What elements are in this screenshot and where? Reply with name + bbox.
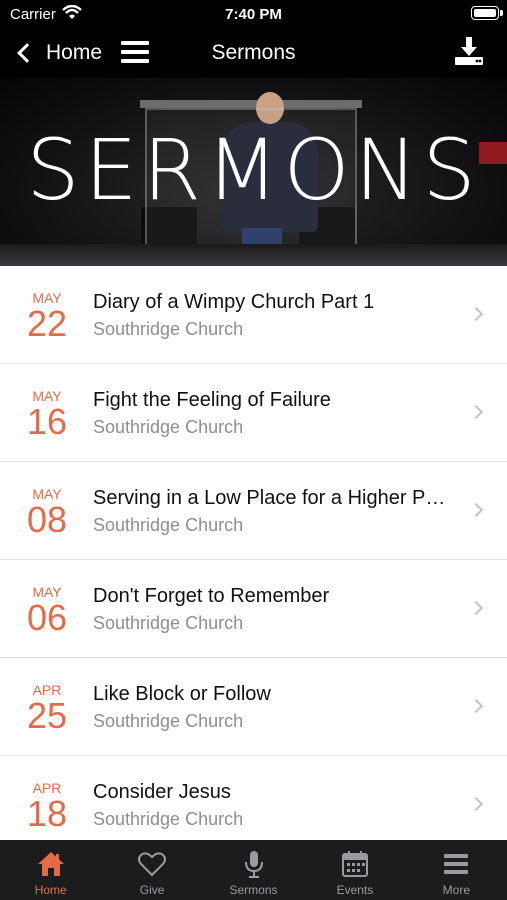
tab-label: Events bbox=[336, 883, 374, 897]
sermon-day: 06 bbox=[26, 597, 68, 638]
sermon-date: MAY 16 bbox=[18, 388, 76, 440]
sermon-church: Southridge Church bbox=[93, 319, 244, 339]
tab-label: Home bbox=[34, 883, 67, 897]
chevron-left-icon bbox=[17, 43, 37, 63]
navigation-bar: Home Sermons bbox=[0, 28, 507, 78]
sermon-title: Consider Jesus bbox=[93, 781, 231, 803]
sermon-list: MAY 22 Diary of a Wimpy Church Part 1 So… bbox=[0, 266, 507, 840]
chevron-right-icon bbox=[468, 404, 484, 420]
sermon-date: MAY 22 bbox=[18, 290, 76, 342]
hamburger-menu-icon[interactable] bbox=[121, 41, 149, 65]
sermon-title: Serving in a Low Place for a Higher P… bbox=[93, 487, 446, 509]
clock: 7:40 PM bbox=[225, 6, 282, 23]
sermon-church: Southridge Church bbox=[93, 613, 244, 633]
sermon-date: APR 25 bbox=[18, 682, 76, 734]
tab-home[interactable]: Home bbox=[0, 840, 101, 900]
microphone-icon bbox=[244, 851, 263, 878]
heart-icon bbox=[138, 852, 167, 877]
sermon-title: Diary of a Wimpy Church Part 1 bbox=[93, 291, 375, 313]
menu-icon bbox=[444, 854, 469, 874]
sermon-row[interactable]: MAY 16 Fight the Feeling of Failure Sout… bbox=[0, 364, 507, 462]
tab-bar: Home Give Sermons Events More bbox=[0, 840, 507, 900]
calendar-icon bbox=[341, 851, 368, 877]
chevron-right-icon bbox=[468, 600, 484, 616]
back-label: Home bbox=[46, 41, 103, 64]
hero-banner: SERMONS bbox=[0, 78, 507, 266]
sermon-row[interactable]: MAY 22 Diary of a Wimpy Church Part 1 So… bbox=[0, 266, 507, 364]
tab-events[interactable]: Events bbox=[304, 840, 405, 900]
download-icon[interactable] bbox=[453, 36, 485, 66]
sermon-row[interactable]: MAY 08 Serving in a Low Place for a High… bbox=[0, 462, 507, 560]
sermon-row[interactable]: MAY 06 Don't Forget to Remember Southrid… bbox=[0, 560, 507, 658]
battery-icon bbox=[471, 6, 503, 20]
sermon-church: Southridge Church bbox=[93, 711, 244, 731]
sermon-title: Fight the Feeling of Failure bbox=[93, 389, 331, 411]
sermon-church: Southridge Church bbox=[93, 515, 244, 535]
sermon-date: MAY 08 bbox=[18, 486, 76, 538]
chevron-right-icon bbox=[468, 502, 484, 518]
sermon-church: Southridge Church bbox=[93, 809, 244, 829]
sermon-day: 25 bbox=[26, 695, 68, 736]
sermon-date: MAY 06 bbox=[18, 584, 76, 636]
sermon-day: 18 bbox=[26, 793, 68, 834]
hero-title: SERMONS bbox=[26, 121, 481, 219]
sermon-title: Don't Forget to Remember bbox=[93, 585, 330, 607]
status-bar: Carrier 7:40 PM bbox=[0, 0, 507, 28]
sermon-day: 08 bbox=[26, 499, 68, 540]
sermon-church: Southridge Church bbox=[93, 417, 244, 437]
sermon-row[interactable]: APR 25 Like Block or Follow Southridge C… bbox=[0, 658, 507, 756]
tab-label: Give bbox=[139, 883, 165, 897]
home-icon bbox=[37, 852, 64, 876]
sermon-date: APR 18 bbox=[18, 780, 76, 832]
sermon-day: 16 bbox=[26, 401, 68, 442]
sermon-day: 22 bbox=[26, 303, 68, 344]
tab-label: More bbox=[442, 883, 470, 897]
tab-sermons[interactable]: Sermons bbox=[203, 840, 304, 900]
chevron-right-icon bbox=[468, 306, 484, 322]
chevron-right-icon bbox=[468, 698, 484, 714]
sermon-title: Like Block or Follow bbox=[93, 683, 271, 705]
chevron-right-icon bbox=[468, 796, 484, 812]
back-button[interactable]: Home bbox=[14, 38, 102, 68]
tab-more[interactable]: More bbox=[406, 840, 507, 900]
tab-label: Sermons bbox=[229, 883, 278, 897]
sermon-row[interactable]: APR 18 Consider Jesus Southridge Church bbox=[0, 756, 507, 840]
tab-give[interactable]: Give bbox=[101, 840, 202, 900]
